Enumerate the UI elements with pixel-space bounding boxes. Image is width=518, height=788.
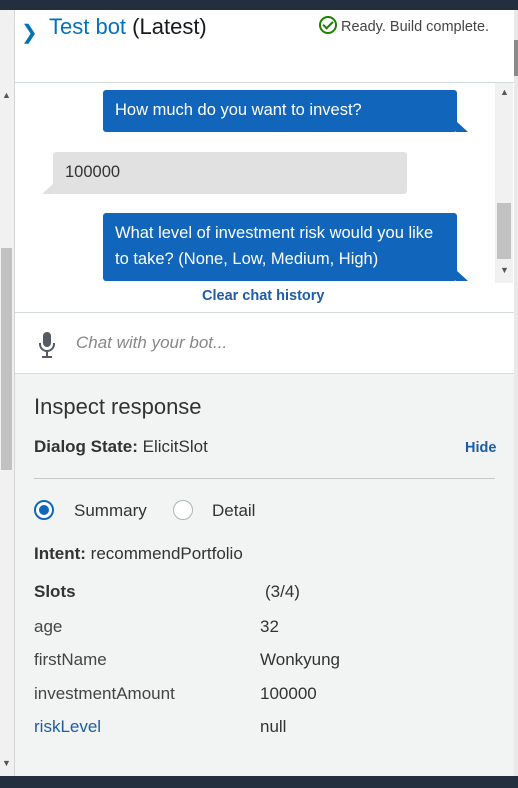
inspect-response-panel: Inspect response Dialog State: ElicitSlo… xyxy=(15,374,514,776)
bot-message: How much do you want to invest? xyxy=(103,90,468,132)
scroll-up-arrow-icon[interactable]: ▲ xyxy=(2,90,11,100)
intent-label: Intent: xyxy=(34,544,86,563)
inspect-response-heading: Inspect response xyxy=(34,394,202,419)
chat-scrollbar-thumb[interactable] xyxy=(497,203,511,259)
test-bot-link[interactable]: Test bot xyxy=(49,14,126,39)
top-nav-bar xyxy=(0,0,518,10)
chat-input-row: Chat with your bot... xyxy=(15,313,514,374)
summary-radio-label[interactable]: Summary xyxy=(74,501,147,521)
test-bot-header: ❯ Test bot (Latest) Ready. Build complet… xyxy=(15,10,514,83)
slot-value: null xyxy=(260,717,287,736)
detail-radio-label[interactable]: Detail xyxy=(212,501,255,521)
user-message: 100000 xyxy=(42,152,407,194)
slots-count: (3/4) xyxy=(265,582,300,601)
slot-name: firstName xyxy=(34,650,107,669)
intent: Intent: recommendPortfolio xyxy=(34,544,243,564)
build-status-text: Ready. Build complete. xyxy=(341,19,490,35)
divider xyxy=(34,478,495,479)
microphone-icon[interactable] xyxy=(37,331,57,359)
panel-scrollbar[interactable]: ▲ ▼ xyxy=(0,10,15,776)
bottom-bar xyxy=(0,776,518,788)
page-scrollbar-thumb[interactable] xyxy=(514,40,518,76)
bot-message: What level of investment risk would you … xyxy=(103,213,468,281)
dialog-state: Dialog State: ElicitSlot xyxy=(34,437,208,457)
slot-value: 100000 xyxy=(260,684,317,703)
build-status: Ready. Build complete. xyxy=(319,16,489,35)
page-scrollbar[interactable] xyxy=(514,10,518,776)
slot-name-active[interactable]: riskLevel xyxy=(34,717,101,737)
panel-title[interactable]: Test bot (Latest) xyxy=(49,14,207,40)
detail-radio[interactable] xyxy=(173,500,193,520)
slot-name: age xyxy=(34,617,63,636)
chat-input[interactable]: Chat with your bot... xyxy=(76,333,227,353)
hide-link[interactable]: Hide xyxy=(465,440,496,456)
summary-radio[interactable] xyxy=(34,500,54,520)
slots-heading: Slots xyxy=(34,582,76,601)
chat-history[interactable]: How much do you want to invest? 100000 W… xyxy=(15,83,514,313)
dialog-state-label: Dialog State: xyxy=(34,437,138,456)
dialog-state-value: ElicitSlot xyxy=(142,437,208,456)
slot-name: investmentAmount xyxy=(34,684,175,703)
chevron-right-icon[interactable]: ❯ xyxy=(21,20,38,45)
slot-value: Wonkyung xyxy=(260,650,341,669)
slot-value: 32 xyxy=(260,617,279,636)
version-label: (Latest) xyxy=(132,14,207,39)
intent-value: recommendPortfolio xyxy=(90,544,243,563)
chat-scroll-down-icon[interactable]: ▼ xyxy=(500,265,509,275)
clear-chat-history-link[interactable]: Clear chat history xyxy=(202,288,325,304)
chat-scrollbar[interactable]: ▲ ▼ xyxy=(495,83,513,283)
check-circle-icon xyxy=(319,16,337,34)
scroll-down-arrow-icon[interactable]: ▼ xyxy=(2,758,11,768)
chat-scroll-up-icon[interactable]: ▲ xyxy=(500,87,509,97)
scrollbar-thumb[interactable] xyxy=(1,248,12,470)
